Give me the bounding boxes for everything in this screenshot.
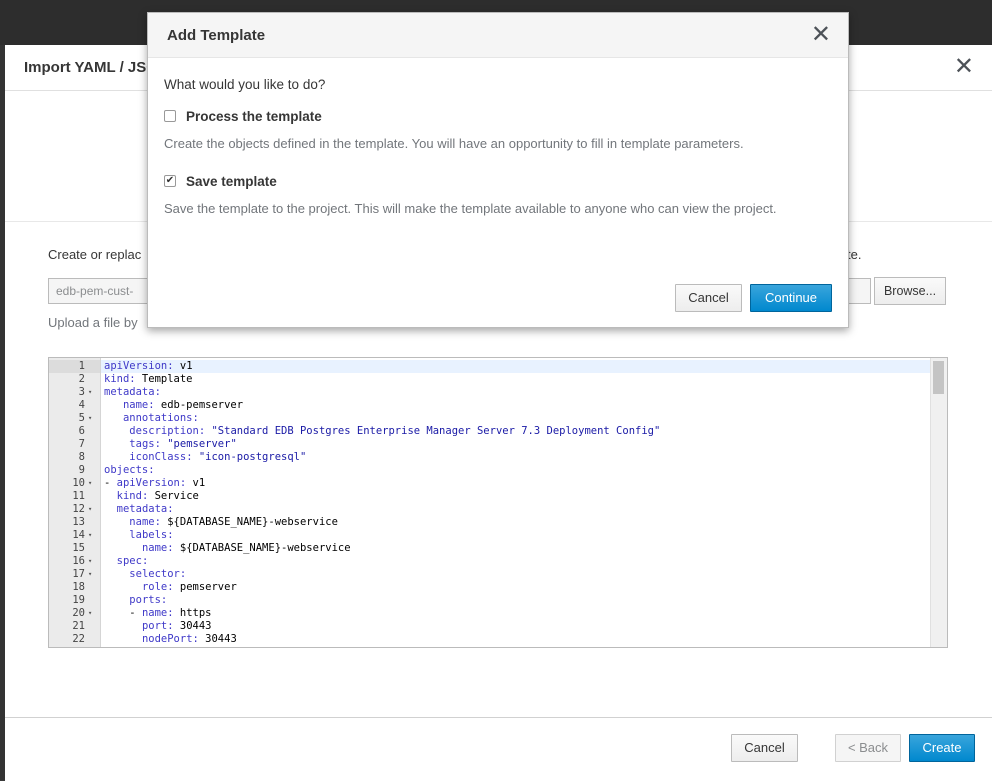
code-line: 22 nodePort: 30443 bbox=[49, 633, 929, 646]
code-text: name: ${DATABASE_NAME}-webservice bbox=[141, 542, 351, 554]
close-icon[interactable]: ✕ bbox=[954, 54, 974, 80]
code-line: 19 ports: bbox=[49, 594, 929, 607]
import-description: Create or replac bbox=[48, 247, 142, 262]
code-line: 3 ▾ metadata: bbox=[49, 386, 929, 399]
line-number: 21 bbox=[72, 620, 85, 632]
code-line: 10 ▾ - apiVersion: v1 bbox=[49, 477, 929, 490]
process-template-checkbox[interactable] bbox=[164, 110, 176, 122]
dialog-question: What would you like to do? bbox=[164, 77, 326, 92]
line-number: 22 bbox=[72, 633, 85, 645]
fold-toggle-icon[interactable]: ▾ bbox=[88, 503, 92, 516]
line-number: 14 bbox=[72, 529, 85, 541]
editor-scrollbar[interactable] bbox=[930, 358, 947, 647]
line-number: 4 bbox=[78, 399, 85, 411]
save-template-label[interactable]: Save template bbox=[186, 174, 277, 189]
line-number: 2 bbox=[78, 373, 85, 385]
line-number: 6 bbox=[78, 425, 85, 437]
code-text: iconClass: "icon-postgresql" bbox=[129, 451, 307, 463]
code-text: apiVersion: v1 bbox=[104, 360, 193, 372]
code-line: 14 ▾ labels: bbox=[49, 529, 929, 542]
code-line: 4 name: edb-pemserver bbox=[49, 399, 929, 412]
fold-toggle-icon[interactable]: ▾ bbox=[88, 555, 92, 568]
line-number: 1 bbox=[78, 360, 85, 372]
code-text: - apiVersion: v1 bbox=[104, 477, 206, 489]
line-number: 13 bbox=[72, 516, 85, 528]
code-text: labels: bbox=[129, 529, 174, 541]
dialog-header: Add Template ✕ bbox=[148, 13, 848, 58]
code-text: selector: bbox=[129, 568, 187, 580]
code-text: spec: bbox=[116, 555, 149, 567]
code-line: 17 ▾ selector: bbox=[49, 568, 929, 581]
code-text: kind: Template bbox=[104, 373, 193, 385]
fold-toggle-icon[interactable]: ▾ bbox=[88, 607, 92, 620]
code-line: 18 role: pemserver bbox=[49, 581, 929, 594]
code-line: 16 ▾ spec: bbox=[49, 555, 929, 568]
code-line: 8 iconClass: "icon-postgresql" bbox=[49, 451, 929, 464]
code-text: tags: "pemserver" bbox=[129, 438, 237, 450]
code-text: kind: Service bbox=[116, 490, 199, 502]
code-line: 13 name: ${DATABASE_NAME}-webservice bbox=[49, 516, 929, 529]
line-number: 7 bbox=[78, 438, 85, 450]
code-text: metadata: bbox=[104, 386, 161, 398]
line-number: 18 bbox=[72, 581, 85, 593]
line-number: 10 bbox=[72, 477, 85, 489]
close-icon[interactable]: ✕ bbox=[811, 22, 831, 48]
code-text: - name: https bbox=[104, 607, 212, 619]
cancel-button[interactable]: Cancel bbox=[731, 734, 798, 762]
line-number: 17 bbox=[72, 568, 85, 580]
import-yaml-footer: Cancel < Back Create bbox=[5, 717, 992, 781]
fold-toggle-icon[interactable]: ▾ bbox=[88, 386, 92, 399]
code-line: 7 tags: "pemserver" bbox=[49, 438, 929, 451]
code-text: annotations: bbox=[122, 412, 199, 424]
code-line: 20 ▾ - name: https bbox=[49, 607, 929, 620]
fold-toggle-icon[interactable]: ▾ bbox=[88, 568, 92, 581]
code-line: 9 objects: bbox=[49, 464, 929, 477]
code-line: 11 kind: Service bbox=[49, 490, 929, 503]
upload-help-text: Upload a file by bbox=[48, 315, 138, 330]
back-button[interactable]: < Back bbox=[835, 734, 901, 762]
yaml-editor[interactable]: 1 apiVersion: v1 2 kind: Template 3 ▾ metadata… bbox=[48, 357, 948, 648]
browse-button[interactable]: Browse... bbox=[874, 277, 946, 305]
line-number: 12 bbox=[72, 503, 85, 515]
scrollbar-thumb[interactable] bbox=[933, 361, 944, 394]
code-text: description: "Standard EDB Postgres Ente… bbox=[129, 425, 661, 437]
code-text: role: pemserver bbox=[141, 581, 237, 593]
line-number: 19 bbox=[72, 594, 85, 606]
code-line: 1 apiVersion: v1 bbox=[49, 360, 929, 373]
code-line: 5 ▾ annotations: bbox=[49, 412, 929, 425]
dialog-title: Add Template bbox=[167, 27, 266, 44]
code-text: metadata: bbox=[116, 503, 174, 515]
dialog-cancel-button[interactable]: Cancel bbox=[675, 284, 742, 312]
code-text: name: edb-pemserver bbox=[122, 399, 244, 411]
code-line: 6 description: "Standard EDB Postgres En… bbox=[49, 425, 929, 438]
add-template-dialog: Add Template ✕ What would you like to do… bbox=[147, 12, 849, 328]
code-text: name: ${DATABASE_NAME}-webservice bbox=[129, 516, 338, 528]
fold-toggle-icon[interactable]: ▾ bbox=[88, 477, 92, 490]
code-text: ports: bbox=[129, 594, 168, 606]
code-line: 12 ▾ metadata: bbox=[49, 503, 929, 516]
create-button[interactable]: Create bbox=[909, 734, 975, 762]
line-number: 20 bbox=[72, 607, 85, 619]
code-text: nodePort: 30443 bbox=[141, 633, 237, 645]
fold-toggle-icon[interactable]: ▾ bbox=[88, 412, 92, 425]
line-number: 11 bbox=[72, 490, 85, 502]
continue-button[interactable]: Continue bbox=[750, 284, 832, 312]
code-text: port: 30443 bbox=[141, 620, 212, 632]
line-number: 16 bbox=[72, 555, 85, 567]
save-template-checkbox[interactable]: ✔ bbox=[164, 175, 176, 187]
fold-toggle-icon[interactable]: ▾ bbox=[88, 529, 92, 542]
line-number: 5 bbox=[78, 412, 85, 424]
code-line: 2 kind: Template bbox=[49, 373, 929, 386]
line-number: 3 bbox=[78, 386, 85, 398]
import-description-end: te. bbox=[847, 247, 862, 262]
save-template-description: Save the template to the project. This w… bbox=[164, 201, 777, 216]
process-template-description: Create the objects defined in the templa… bbox=[164, 136, 744, 151]
code-text: objects: bbox=[104, 464, 155, 476]
process-template-label[interactable]: Process the template bbox=[186, 109, 322, 124]
line-number: 8 bbox=[78, 451, 85, 463]
code-line: 15 name: ${DATABASE_NAME}-webservice bbox=[49, 542, 929, 555]
line-number: 15 bbox=[72, 542, 85, 554]
code-line: 21 port: 30443 bbox=[49, 620, 929, 633]
line-number: 9 bbox=[78, 464, 85, 476]
